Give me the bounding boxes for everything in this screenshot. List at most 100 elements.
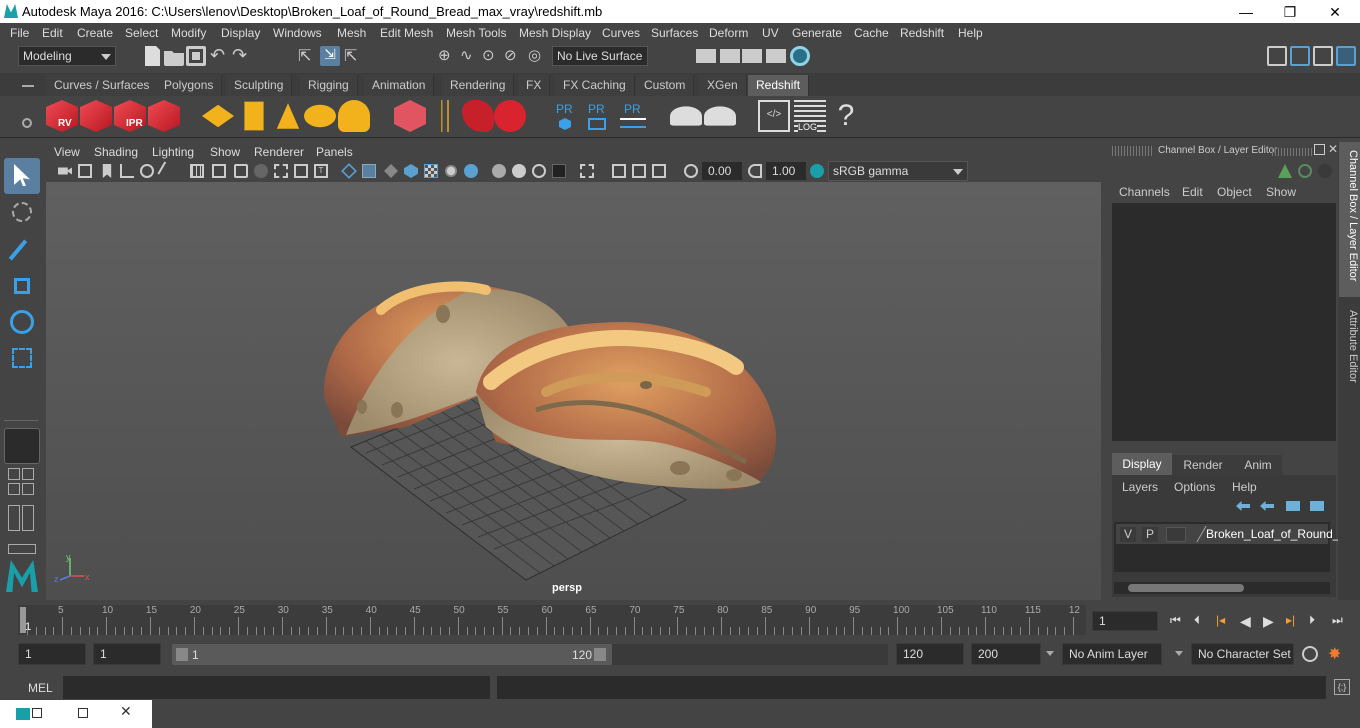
maya-task-icon[interactable] xyxy=(16,708,30,720)
new-scene-icon[interactable] xyxy=(145,46,160,66)
screen-space-ao-icon[interactable] xyxy=(492,164,506,178)
current-frame-field[interactable]: 1 xyxy=(1092,611,1158,631)
channel-box-menu-edit[interactable]: Edit xyxy=(1182,185,1203,199)
panel-toggle-icon[interactable] xyxy=(22,505,34,531)
layer-menu-help[interactable]: Help xyxy=(1232,480,1257,494)
step-forward-key-icon[interactable]: ▸| xyxy=(1286,613,1304,627)
layer-tab-render[interactable]: Render xyxy=(1172,455,1234,475)
close-panel-icon[interactable]: ✕ xyxy=(1328,142,1338,156)
redshift-bake-icon[interactable] xyxy=(670,106,702,126)
color-management-toggle-icon[interactable] xyxy=(810,164,824,178)
grid-toggle-icon[interactable] xyxy=(190,164,204,178)
render-settings-icon[interactable] xyxy=(766,49,786,63)
select-component-icon[interactable]: ⇱ xyxy=(344,46,364,66)
layer-name[interactable]: Broken_Loaf_of_Round_ xyxy=(1206,527,1339,541)
isolate-select-icon[interactable] xyxy=(580,164,594,178)
menu-select[interactable]: Select xyxy=(125,26,158,40)
layer-color-swatch[interactable] xyxy=(1166,527,1186,542)
viewport-menu-shading[interactable]: Shading xyxy=(94,145,138,159)
time-ruler[interactable]: 1 5 10 15 20 25 30 35 40 45 50 55 60 65 70 75 80 85 90 95 1… xyxy=(18,605,1086,635)
layer-row[interactable]: V P Broken_Loaf_of_Round_ xyxy=(1116,524,1339,544)
move-tool-icon[interactable] xyxy=(4,268,40,304)
channel-box-menu-channels[interactable]: Channels xyxy=(1119,185,1170,199)
rotate-tool-icon[interactable] xyxy=(4,304,40,340)
tab-redshift[interactable]: Redshift xyxy=(748,75,810,96)
shadows-icon[interactable] xyxy=(464,164,478,178)
menu-edit[interactable]: Edit xyxy=(42,26,63,40)
image-plane-icon[interactable] xyxy=(120,164,134,178)
menu-generate[interactable]: Generate xyxy=(792,26,842,40)
select-camera-icon[interactable] xyxy=(58,167,72,175)
snap-surface-icon[interactable]: ◎ xyxy=(528,46,548,66)
playback-end-field[interactable]: 120 xyxy=(896,643,964,665)
grease-pencil-icon[interactable] xyxy=(157,161,177,181)
snap-grid-icon[interactable]: ⊕ xyxy=(438,46,458,66)
layer-scroll-thumb[interactable] xyxy=(1128,584,1244,592)
menu-cache[interactable]: Cache xyxy=(854,26,889,40)
smooth-shade-icon[interactable] xyxy=(362,164,376,178)
redshift-proxy-swap-icon[interactable]: PR xyxy=(616,100,650,132)
view-transform-dropdown[interactable]: sRGB gamma xyxy=(828,161,968,181)
step-back-frame-icon[interactable]: ⏴ xyxy=(1194,613,1212,627)
tab-rendering[interactable]: Rendering xyxy=(442,75,515,96)
chevron-down-icon[interactable] xyxy=(1175,651,1183,656)
new-layer-selected-icon[interactable] xyxy=(1310,501,1324,511)
animation-start-field[interactable]: 1 xyxy=(18,643,86,665)
workspace-icon[interactable] xyxy=(1267,46,1287,66)
redshift-bake-sets-icon[interactable] xyxy=(704,106,736,126)
play-forwards-icon[interactable]: ▶ xyxy=(1263,613,1281,629)
go-to-end-icon[interactable]: ⏭ xyxy=(1332,613,1352,627)
play-backwards-icon[interactable]: ◀ xyxy=(1240,613,1258,629)
redshift-ipr-icon[interactable]: IPR xyxy=(114,100,146,132)
float-panel-icon[interactable] xyxy=(1314,144,1325,155)
hypershade-icon[interactable] xyxy=(790,46,810,66)
channel-box-menu-object[interactable]: Object xyxy=(1217,185,1252,199)
redshift-proxy-import-icon[interactable]: PR xyxy=(582,100,612,132)
persp-graph-layout-icon[interactable] xyxy=(8,483,20,495)
shelf-settings-icon[interactable] xyxy=(22,118,32,128)
range-bar[interactable]: 1 120 xyxy=(172,644,612,665)
snap-curve-icon[interactable]: ∿ xyxy=(460,46,480,66)
animation-end-field[interactable]: 200 xyxy=(971,643,1041,665)
menu-set-dropdown[interactable]: Modeling xyxy=(18,46,116,66)
redshift-proxy-export-icon[interactable]: PR xyxy=(550,100,580,132)
range-start-handle[interactable] xyxy=(176,648,188,661)
script-editor-icon[interactable]: {;} xyxy=(1334,679,1350,695)
move-layer-up-icon[interactable] xyxy=(1236,501,1250,511)
redshift-material-icon[interactable] xyxy=(494,100,526,132)
go-to-start-icon[interactable]: ⏮ xyxy=(1170,613,1188,627)
redshift-script-icon[interactable]: </> xyxy=(758,100,790,132)
channel-box-filter-icon[interactable] xyxy=(1318,164,1332,178)
select-tool-icon[interactable] xyxy=(4,158,40,194)
menu-file[interactable]: File xyxy=(10,26,29,40)
film-gate-icon[interactable] xyxy=(212,164,226,178)
safe-title-icon[interactable]: T xyxy=(314,164,328,178)
character-set-dropdown[interactable]: No Character Set xyxy=(1191,643,1294,665)
menu-curves[interactable]: Curves xyxy=(602,26,640,40)
close-icon[interactable]: ✕ xyxy=(120,703,132,720)
range-end-handle[interactable] xyxy=(594,648,606,661)
select-object-icon[interactable]: ⇲ xyxy=(320,46,340,66)
redshift-proxy-icon[interactable] xyxy=(202,104,234,128)
channel-box-toggle-icon[interactable] xyxy=(1298,164,1312,178)
live-surface-field[interactable]: No Live Surface xyxy=(552,46,648,66)
mel-label[interactable]: MEL xyxy=(28,681,53,695)
redshift-panel-light-icon[interactable] xyxy=(244,101,264,131)
four-view-layout-icon[interactable] xyxy=(8,468,20,480)
xray-icon[interactable] xyxy=(612,164,626,178)
step-back-key-icon[interactable]: |◂ xyxy=(1216,613,1234,627)
tab-custom[interactable]: Custom xyxy=(636,75,695,96)
layer-tab-anim[interactable]: Anim xyxy=(1234,455,1282,475)
depth-of-field-icon[interactable] xyxy=(552,164,566,178)
tab-xgen[interactable]: XGen xyxy=(699,75,747,96)
gamma-field[interactable]: 1.00 xyxy=(766,162,806,180)
chevron-down-icon[interactable] xyxy=(1046,651,1054,656)
bookmark-icon[interactable] xyxy=(102,164,112,178)
menu-modify[interactable]: Modify xyxy=(171,26,206,40)
restore-icon[interactable] xyxy=(32,708,42,718)
open-scene-icon[interactable] xyxy=(164,51,184,66)
layer-visibility-toggle[interactable]: V xyxy=(1120,527,1136,542)
menu-edit-mesh[interactable]: Edit Mesh xyxy=(380,26,433,40)
viewport-menu-panels[interactable]: Panels xyxy=(316,145,353,159)
perspective-viewport[interactable]: y x z persp xyxy=(46,182,1101,600)
